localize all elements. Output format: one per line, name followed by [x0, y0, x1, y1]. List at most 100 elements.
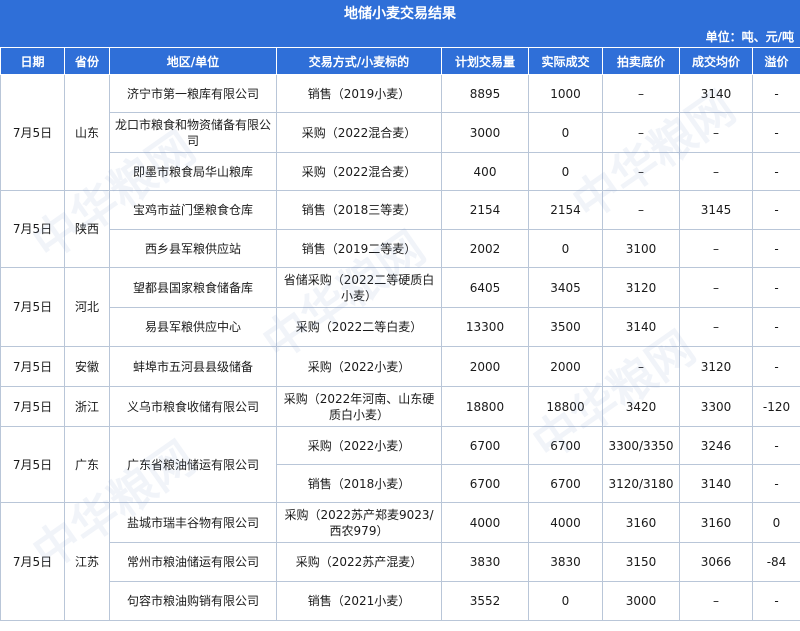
date-cell: 7月5日 — [0, 74, 65, 191]
actual-cell: 2000 — [528, 346, 603, 387]
avg-cell: 3145 — [679, 190, 753, 230]
floor-cell: 3120/3180 — [602, 464, 680, 503]
avg-cell: 3120 — [679, 346, 753, 387]
province-cell: 安徽 — [64, 346, 110, 387]
actual-cell: 18800 — [528, 386, 603, 427]
plan-cell: 4000 — [441, 502, 529, 543]
col-header-actual: 实际成交 — [528, 47, 603, 75]
actual-cell: 3500 — [528, 307, 603, 347]
method-cell: 销售（2018三等麦） — [276, 190, 442, 230]
method-cell: 采购（2022小麦） — [276, 426, 442, 465]
premium-cell: -84 — [752, 542, 800, 582]
premium-cell: - — [752, 229, 800, 268]
unit-cell: 盐城市瑞丰谷物有限公司 — [109, 502, 277, 543]
floor-cell: 3420 — [602, 386, 680, 427]
premium-cell: - — [752, 346, 800, 387]
plan-cell: 13300 — [441, 307, 529, 347]
table-row: 7月5日 江苏 盐城市瑞丰谷物有限公司 采购（2022苏产郑麦9023/西农97… — [0, 502, 800, 621]
unit-cell: 广东省粮油储运有限公司 — [109, 426, 277, 503]
premium-cell: 0 — [752, 502, 800, 543]
plan-cell: 2154 — [441, 190, 529, 230]
floor-cell: – — [602, 190, 680, 230]
col-header-avg: 成交均价 — [679, 47, 753, 75]
unit-cell: 易县军粮供应中心 — [109, 307, 277, 347]
province-cell: 浙江 — [64, 386, 110, 427]
avg-cell: 3140 — [679, 74, 753, 113]
method-cell: 销售（2019小麦） — [276, 74, 442, 113]
unit-cell: 龙口市粮食和物资储备有限公司 — [109, 112, 277, 153]
province-cell: 山东 — [64, 74, 110, 191]
premium-cell: - — [752, 581, 800, 621]
plan-cell: 3000 — [441, 112, 529, 153]
method-cell: 采购（2022混合麦） — [276, 112, 442, 153]
col-header-plan: 计划交易量 — [441, 47, 529, 75]
avg-cell: – — [679, 307, 753, 347]
floor-cell: 3300/3350 — [602, 426, 680, 465]
actual-cell: 0 — [528, 152, 603, 191]
avg-cell: 3246 — [679, 426, 753, 465]
avg-cell: 3066 — [679, 542, 753, 582]
date-cell: 7月5日 — [0, 386, 65, 427]
avg-cell: – — [679, 112, 753, 153]
actual-cell: 6700 — [528, 426, 603, 465]
actual-cell: 0 — [528, 229, 603, 268]
floor-cell: 3140 — [602, 307, 680, 347]
method-cell: 采购（2022苏产郑麦9023/西农979） — [276, 502, 442, 543]
table-row: 7月5日 浙江 义乌市粮食收储有限公司 采购（2022年河南、山东硬质白小麦） … — [0, 386, 800, 427]
date-cell: 7月5日 — [0, 502, 65, 621]
floor-cell: 3150 — [602, 542, 680, 582]
table-row: 7月5日 安徽 蚌埠市五河县县级储备 采购（2022小麦） 2000 2000 … — [0, 346, 800, 387]
actual-cell: 0 — [528, 581, 603, 621]
plan-cell: 8895 — [441, 74, 529, 113]
floor-cell: – — [602, 346, 680, 387]
floor-cell: – — [602, 152, 680, 191]
premium-cell: - — [752, 464, 800, 503]
floor-cell: – — [602, 74, 680, 113]
unit-cell: 义乌市粮食收储有限公司 — [109, 386, 277, 427]
date-cell: 7月5日 — [0, 346, 65, 387]
unit-cell: 蚌埠市五河县县级储备 — [109, 346, 277, 387]
plan-cell: 18800 — [441, 386, 529, 427]
method-cell: 采购（2022混合麦） — [276, 152, 442, 191]
unit-cell: 望都县国家粮食储备库 — [109, 267, 277, 308]
method-cell: 采购（2022二等白麦） — [276, 307, 442, 347]
premium-cell: - — [752, 152, 800, 191]
report-title: 地储小麦交易结果 — [0, 0, 800, 29]
plan-cell: 2000 — [441, 346, 529, 387]
actual-cell: 1000 — [528, 74, 603, 113]
col-header-unit: 地区/单位 — [109, 47, 277, 75]
unit-cell: 句容市粮油购销有限公司 — [109, 581, 277, 621]
col-header-method: 交易方式/小麦标的 — [276, 47, 442, 75]
date-cell: 7月5日 — [0, 426, 65, 503]
floor-cell: 3100 — [602, 229, 680, 268]
avg-cell: – — [679, 581, 753, 621]
trade-results-table: 日期 省份 地区/单位 交易方式/小麦标的 计划交易量 实际成交 拍卖底价 成交… — [0, 47, 800, 621]
table-row: 7月5日 陕西 宝鸡市益门堡粮食仓库 销售（2018三等麦） 2154 2154… — [0, 190, 800, 268]
col-header-province: 省份 — [64, 47, 110, 75]
method-cell: 采购（2022年河南、山东硬质白小麦） — [276, 386, 442, 427]
unit-cell: 常州市粮油储运有限公司 — [109, 542, 277, 582]
table-row: 7月5日 山东 济宁市第一粮库有限公司 销售（2019小麦） 8895 1000… — [0, 74, 800, 191]
unit-label: 单位：吨、元/吨 — [0, 29, 800, 47]
actual-cell: 0 — [528, 112, 603, 153]
col-header-date: 日期 — [0, 47, 65, 75]
table-row: 7月5日 河北 望都县国家粮食储备库 省储采购（2022二等硬质白小麦） 640… — [0, 267, 800, 347]
method-cell: 销售（2021小麦） — [276, 581, 442, 621]
method-cell: 销售（2018小麦） — [276, 464, 442, 503]
table-row: 7月5日 广东 广东省粮油储运有限公司 采购（2022小麦） 6700 6700… — [0, 426, 800, 503]
floor-cell: 3000 — [602, 581, 680, 621]
avg-cell: 3160 — [679, 502, 753, 543]
plan-cell: 6405 — [441, 267, 529, 308]
floor-cell: – — [602, 112, 680, 153]
col-header-premium: 溢价 — [752, 47, 800, 75]
avg-cell: 3300 — [679, 386, 753, 427]
actual-cell: 4000 — [528, 502, 603, 543]
plan-cell: 6700 — [441, 426, 529, 465]
date-cell: 7月5日 — [0, 190, 65, 268]
plan-cell: 2002 — [441, 229, 529, 268]
province-cell: 陕西 — [64, 190, 110, 268]
table-row: 即墨市粮食局华山粮库 采购（2022混合麦） 400 0 – – - — [1, 152, 800, 191]
province-cell: 广东 — [64, 426, 110, 503]
method-cell: 省储采购（2022二等硬质白小麦） — [276, 267, 442, 308]
col-header-floor: 拍卖底价 — [602, 47, 680, 75]
